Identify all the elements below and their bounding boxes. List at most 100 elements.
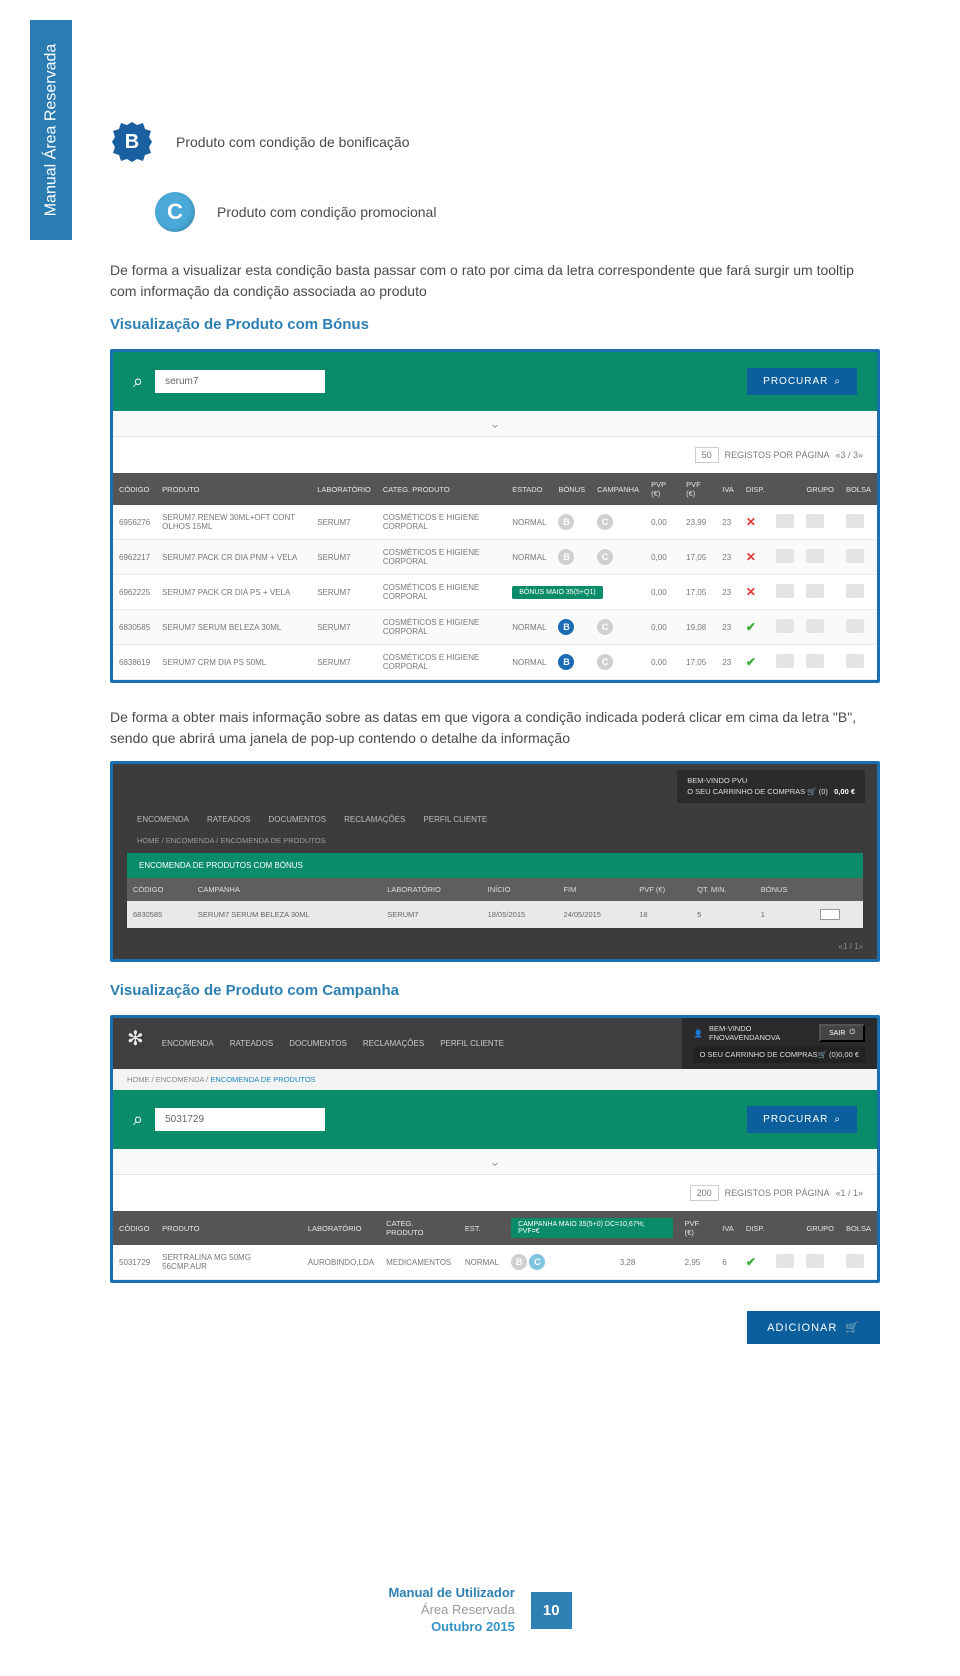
table-row: 6956276SERUM7 RENEW 30ML+OFT CONT OLHOS …: [113, 505, 877, 540]
qty-input: [776, 654, 794, 668]
table-header: PVF (€): [679, 1211, 717, 1245]
breadcrumb: HOME / ENCOMENDA / ENCOMENDA DE PRODUTOS: [113, 832, 877, 853]
page-nav[interactable]: «3 / 3»: [835, 450, 863, 460]
products-table: CÓDIGOPRODUTOLABORATÓRIOCATEG. PRODUTOES…: [113, 473, 877, 680]
table-row: 6962225SERUM7 PACK CR DIA PS + VELASERUM…: [113, 575, 877, 610]
bonus-badge-icon: B: [558, 549, 574, 565]
table-header: CÓDIGO: [113, 473, 156, 505]
cart-icon: 🛒: [845, 1321, 860, 1334]
table-header: LABORATÓRIO: [381, 878, 481, 901]
panel-title: ENCOMENDA DE PRODUTOS COM BÓNUS: [127, 853, 863, 878]
footer-date: Outubro 2015: [388, 1619, 514, 1636]
breadcrumb: HOME / ENCOMENDA / ENCOMENDA DE PRODUTOS: [113, 1069, 877, 1090]
campaign-badge-icon: C: [597, 654, 613, 670]
qty-input: [776, 549, 794, 563]
header-user-block: BEM-VINDO PVU O SEU CARRINHO DE COMPRAS …: [677, 770, 865, 803]
bonus-badge-icon: B: [558, 654, 574, 670]
table-header: GRUPO: [800, 1211, 840, 1245]
table-header: INÍCIO: [482, 878, 558, 901]
nav-item[interactable]: PERFIL CLIENTE: [440, 1039, 504, 1048]
table-header: PRODUTO: [156, 1211, 302, 1245]
bonus-legend-row: B Produto com condição de bonificação: [110, 120, 880, 164]
table-header: IVA: [716, 473, 740, 505]
search-icon: ⌕: [133, 371, 143, 392]
nav-item[interactable]: ENCOMENDA: [162, 1039, 214, 1048]
campaign-badge-icon: C: [597, 619, 613, 635]
user-icon: 👤: [694, 1029, 703, 1038]
search-icon: ⌕: [834, 1114, 841, 1125]
add-button[interactable]: ADICIONAR 🛒: [747, 1311, 880, 1344]
screenshot-product-campaign: ✻ ENCOMENDA RATEADOS DOCUMENTOS RECLAMAÇÕES…: [110, 1015, 880, 1283]
table-header: [770, 1211, 800, 1245]
side-tab-label: Manual Área Reservada: [42, 44, 60, 217]
table-header: PVF (€): [680, 473, 716, 505]
page-size-input[interactable]: 200: [690, 1185, 719, 1201]
table-header: ESTADO: [506, 473, 552, 505]
main-nav: ENCOMENDA RATEADOS DOCUMENTOS RECLAMAÇÕES PE…: [158, 1018, 682, 1069]
search-input[interactable]: [155, 370, 325, 393]
page-size-label: REGISTOS POR PÁGINA: [725, 1188, 830, 1198]
footer-title: Manual de Utilizador: [388, 1585, 514, 1602]
nav-item[interactable]: DOCUMENTOS: [289, 1039, 347, 1048]
table-header: BÓNUS: [755, 878, 814, 901]
expand-chevron-icon[interactable]: ⌄: [113, 411, 877, 437]
qty-input: [776, 619, 794, 633]
badge-c-icon: C: [155, 192, 195, 232]
table-header: QT. MIN.: [691, 878, 755, 901]
nav-item[interactable]: RATEADOS: [207, 815, 250, 824]
campaign-badge-icon: C: [529, 1254, 545, 1270]
nav-item[interactable]: DOCUMENTOS: [268, 815, 326, 824]
bonus-badge-icon: B: [558, 619, 574, 635]
promo-legend-row: C Produto com condição promocional: [110, 192, 880, 232]
table-header: [770, 473, 800, 505]
pager: 50 REGISTOS POR PÁGINA «3 / 3»: [113, 437, 877, 473]
screenshot-product-bonus: ⌕ PROCURAR⌕ ⌄ 50 REGISTOS POR PÁGINA «3 …: [110, 349, 880, 683]
nav-item[interactable]: RATEADOS: [230, 1039, 273, 1048]
table-header: FIM: [557, 878, 633, 901]
table-header: CAMPANHA: [591, 473, 645, 505]
table-header: CÓDIGO: [127, 878, 192, 901]
page-size-label: REGISTOS POR PÁGINA: [725, 450, 830, 460]
brand-logo-icon: ✻: [113, 1018, 158, 1069]
table-header: BOLSA: [840, 1211, 877, 1245]
screenshot-bonus-popup: BEM-VINDO PVU O SEU CARRINHO DE COMPRAS …: [110, 761, 880, 962]
cart-summary[interactable]: O SEU CARRINHO DE COMPRAS 🛒 (0) 0,00 €: [694, 1046, 865, 1063]
table-header: PRODUTO: [156, 473, 311, 505]
table-header: CÓDIGO: [113, 1211, 156, 1245]
table-header: CATEG. PRODUTO: [380, 1211, 459, 1245]
table-header: GRUPO: [800, 473, 840, 505]
heading-campaign: Visualização de Produto com Campanha: [110, 982, 880, 999]
app-header: ✻ ENCOMENDA RATEADOS DOCUMENTOS RECLAMAÇÕES…: [113, 1018, 877, 1069]
page-nav[interactable]: «1 / 1»: [835, 1188, 863, 1198]
page-size-input[interactable]: 50: [695, 447, 719, 463]
header-user-block: 👤 BEM-VINDO FNOVAVENDANOVA SAIR⏻ O SEU C…: [682, 1018, 877, 1069]
table-header: CAMPANHA: [192, 878, 381, 901]
search-icon: ⌕: [133, 1109, 143, 1130]
qty-input[interactable]: [820, 909, 840, 920]
search-button[interactable]: PROCURAR⌕: [747, 1106, 857, 1133]
badge-c-label: Produto com condição promocional: [217, 204, 436, 220]
main-nav: ENCOMENDA RATEADOS DOCUMENTOS RECLAMAÇÕES PE…: [113, 809, 877, 832]
nav-item[interactable]: ENCOMENDA: [137, 815, 189, 824]
search-bar: ⌕ PROCURAR⌕: [113, 352, 877, 411]
expand-chevron-icon[interactable]: ⌄: [113, 1149, 877, 1175]
campaign-badge-icon: C: [597, 514, 613, 530]
nav-item[interactable]: RECLAMAÇÕES: [363, 1039, 424, 1048]
table-header: DISP.: [740, 473, 771, 505]
table-header: LABORATÓRIO: [311, 473, 377, 505]
search-input[interactable]: [155, 1108, 325, 1131]
pager: 200 REGISTOS POR PÁGINA «1 / 1»: [113, 1175, 877, 1211]
power-icon: ⏻: [849, 1029, 855, 1037]
table-header: EST.: [459, 1211, 505, 1245]
nav-item[interactable]: RECLAMAÇÕES: [344, 815, 405, 824]
page-nav[interactable]: «1 / 1»: [113, 942, 877, 959]
table-header: LABORATÓRIO: [302, 1211, 380, 1245]
table-header: IVA: [716, 1211, 740, 1245]
bonus-table: CÓDIGOCAMPANHALABORATÓRIOINÍCIOFIMPVF (€…: [127, 878, 863, 928]
logout-button[interactable]: SAIR⏻: [819, 1024, 865, 1042]
page-footer: Manual de Utilizador Área Reservada Outu…: [0, 1585, 960, 1636]
search-button[interactable]: PROCURAR⌕: [747, 368, 857, 395]
nav-item[interactable]: PERFIL CLIENTE: [423, 815, 487, 824]
bonus-badge-icon: B: [558, 514, 574, 530]
qty-input: [776, 514, 794, 528]
